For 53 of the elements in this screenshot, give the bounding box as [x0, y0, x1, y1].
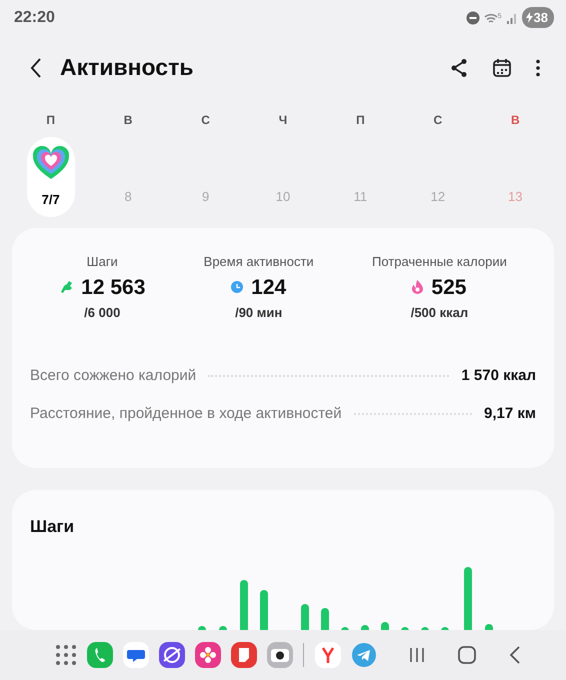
- heart-icon: [30, 145, 71, 181]
- day-date[interactable]: 8: [118, 185, 138, 209]
- notes-app-icon[interactable]: [231, 642, 257, 668]
- browser-app-icon[interactable]: [315, 642, 341, 668]
- share-icon: [450, 58, 468, 78]
- weekday-label: П: [356, 112, 365, 129]
- weekday-label: В: [510, 112, 520, 129]
- recent-apps-icon[interactable]: [409, 646, 425, 664]
- wifi-icon: [484, 12, 498, 24]
- charging-icon: [526, 12, 533, 23]
- day-date[interactable]: 10: [270, 185, 296, 209]
- stat-value: 525: [431, 274, 466, 300]
- page-title: Активность: [60, 54, 194, 82]
- status-time: 22:20: [14, 8, 55, 28]
- back-icon: [30, 57, 42, 79]
- day-date[interactable]: 13: [502, 185, 529, 209]
- messages-app-icon[interactable]: [123, 642, 149, 668]
- phone-app-icon[interactable]: [87, 642, 113, 668]
- weekday-label: В: [124, 112, 132, 129]
- day-date[interactable]: 11: [348, 185, 374, 209]
- stat-label: Шаги: [86, 253, 118, 271]
- camera-app-icon[interactable]: [267, 642, 293, 668]
- day-date[interactable]: 9: [196, 185, 216, 209]
- summary-value: 1 570 ккал: [461, 366, 536, 386]
- browser-app-icon[interactable]: [159, 642, 185, 668]
- weekday-label: С: [434, 112, 442, 129]
- weekday-label: П: [46, 112, 56, 129]
- summary-value: 9,17 км: [484, 404, 536, 424]
- stat-goal: /6 000: [84, 304, 120, 322]
- steps-card-title: Шаги: [30, 516, 76, 538]
- summary-label: Всего сожжено калорий: [30, 366, 196, 386]
- stat-value: 12 563: [81, 274, 146, 300]
- telegram-app-icon[interactable]: [351, 642, 377, 668]
- signal-icon: [506, 12, 518, 24]
- battery-level: 38: [534, 8, 548, 27]
- summary-label: Расстояние, пройденное в ходе активностей: [30, 404, 342, 424]
- back-icon[interactable]: [509, 645, 521, 665]
- day-goal-badge[interactable]: 7/7: [26, 137, 75, 217]
- home-button-icon[interactable]: [457, 645, 477, 665]
- stat-label: Потраченные калории: [372, 253, 507, 271]
- gallery-app-icon[interactable]: [195, 642, 221, 668]
- dock-divider: [303, 643, 305, 667]
- more-icon: [536, 59, 540, 77]
- calendar-icon: [492, 58, 512, 78]
- stat-value: 124: [251, 274, 286, 300]
- stat-goal: /500 ккал: [410, 304, 468, 322]
- apps-icon[interactable]: [55, 644, 77, 666]
- stat-goal: /90 мин: [235, 304, 282, 322]
- day-date[interactable]: 12: [424, 185, 452, 209]
- do-not-disturb-icon: [466, 10, 480, 24]
- stat-label: Время активности: [204, 253, 314, 271]
- weekday-label: С: [201, 112, 210, 129]
- weekday-label: Ч: [278, 112, 288, 129]
